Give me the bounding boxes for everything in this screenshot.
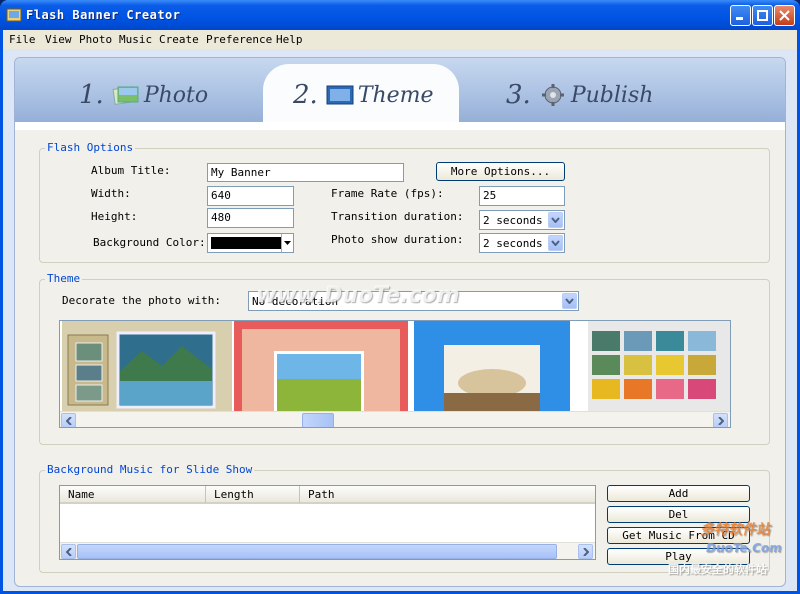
gear-icon — [541, 84, 564, 106]
chevron-right-icon — [717, 416, 724, 425]
photo-show-duration-select[interactable]: 2 seconds — [479, 233, 565, 253]
add-music-button[interactable]: Add — [607, 485, 750, 502]
music-title: Background Music for Slide Show — [45, 463, 255, 476]
width-input[interactable]: 640 — [207, 186, 294, 206]
photo-show-duration-label: Photo show duration: — [331, 233, 464, 246]
background-color-label: Background Color: — [93, 236, 206, 249]
scroll-left-button[interactable] — [61, 544, 76, 559]
tab-publish-label: Publish — [570, 82, 654, 108]
decorate-label: Decorate the photo with: — [62, 294, 221, 307]
tab-photo-label: Photo — [143, 82, 209, 108]
chevron-left-icon — [65, 416, 72, 425]
scroll-thumb[interactable] — [302, 413, 334, 427]
theme-thumbnail[interactable] — [588, 321, 731, 411]
album-title-label: Album Title: — [91, 164, 171, 177]
menu-help[interactable]: Help — [276, 33, 303, 46]
menu-preference[interactable]: Preference — [206, 33, 272, 46]
chevron-left-icon — [65, 547, 72, 556]
chevron-down-icon — [548, 235, 563, 251]
width-label: Width: — [91, 187, 131, 200]
scroll-left-button[interactable] — [61, 413, 76, 427]
theme-icon — [326, 85, 354, 105]
photo-show-duration-value: 2 seconds — [483, 237, 543, 250]
column-header-length[interactable]: Length — [206, 486, 300, 504]
tab-theme[interactable]: 2. Theme — [293, 68, 434, 122]
watermark-brand-en: DuoTe.Com — [706, 541, 782, 555]
theme-title: Theme — [45, 272, 83, 285]
tab-publish[interactable]: 3. Publish — [506, 68, 653, 122]
maximize-button[interactable] — [752, 5, 773, 26]
chevron-down-icon — [548, 212, 563, 228]
menu-photo[interactable]: Photo — [79, 33, 112, 46]
background-color-swatch — [211, 237, 281, 249]
menu-view[interactable]: View — [45, 33, 72, 46]
column-header-path[interactable]: Path — [300, 486, 595, 504]
music-table[interactable]: Name Length Path — [59, 485, 596, 560]
menu-file[interactable]: File — [9, 33, 36, 46]
close-button[interactable] — [774, 5, 795, 26]
wizard-tabs: 1. Photo 2. Theme 3. Publish — [15, 58, 785, 130]
window-title: Flash Banner Creator — [26, 8, 181, 22]
transition-duration-value: 2 seconds — [483, 214, 543, 227]
transition-duration-label: Transition duration: — [331, 210, 464, 223]
scroll-right-button[interactable] — [578, 544, 593, 559]
frame-rate-label: Frame Rate (fps): — [331, 187, 444, 200]
theme-thumbnail[interactable] — [62, 321, 232, 411]
minimize-button[interactable] — [730, 5, 751, 26]
album-title-input[interactable]: My Banner — [207, 163, 404, 182]
theme-thumbnail[interactable] — [234, 321, 408, 411]
chevron-down-icon — [281, 234, 293, 252]
tab-publish-number: 3. — [506, 80, 531, 110]
minimize-icon — [736, 17, 743, 20]
transition-duration-select[interactable]: 2 seconds — [479, 210, 565, 230]
tab-theme-label: Theme — [357, 82, 434, 108]
tab-underline — [15, 122, 785, 130]
menu-bar: File View Photo Music Create Preference … — [3, 30, 797, 49]
menu-create[interactable]: Create — [159, 33, 199, 46]
tab-photo-number: 1. — [79, 80, 104, 110]
title-bar[interactable]: Flash Banner Creator — [0, 0, 800, 30]
maximize-icon — [757, 10, 768, 21]
scroll-thumb[interactable] — [77, 544, 557, 559]
theme-thumbnail-list[interactable] — [59, 320, 731, 428]
tab-theme-number: 2. — [293, 80, 318, 110]
background-color-picker[interactable] — [207, 233, 294, 253]
frame-rate-input[interactable]: 25 — [479, 186, 565, 206]
watermark-slogan: 国内最安全的软件站 — [668, 563, 767, 576]
scroll-right-button[interactable] — [713, 413, 728, 427]
photo-icon — [112, 86, 139, 105]
column-header-name[interactable]: Name — [60, 486, 206, 504]
watermark-brand-cn: 多特软件站 — [700, 522, 770, 538]
menu-music[interactable]: Music — [119, 33, 152, 46]
flash-options-title: Flash Options — [45, 141, 136, 154]
height-label: Height: — [91, 210, 138, 223]
height-input[interactable]: 480 — [207, 208, 294, 228]
chevron-right-icon — [582, 547, 589, 556]
tab-photo[interactable]: 1. Photo — [79, 68, 208, 122]
thumbnail-scrollbar[interactable] — [60, 411, 730, 427]
music-table-scrollbar[interactable] — [60, 542, 595, 559]
chevron-down-icon — [562, 293, 577, 309]
more-options-button[interactable]: More Options... — [436, 162, 565, 181]
watermark-site: www.DuoTe.com — [256, 283, 460, 308]
app-icon — [6, 8, 22, 22]
theme-thumbnail[interactable] — [414, 321, 570, 411]
close-icon — [779, 10, 790, 21]
